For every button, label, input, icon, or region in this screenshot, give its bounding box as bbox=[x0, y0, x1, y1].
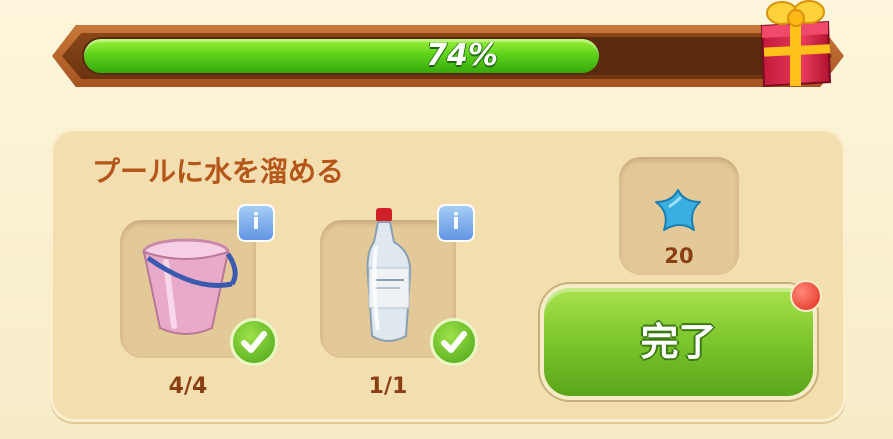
reward-value: 20 bbox=[664, 244, 694, 268]
info-button-bucket[interactable]: i bbox=[237, 204, 275, 242]
item-count-bottle: 1/1 bbox=[368, 374, 408, 399]
item-count-bucket: 4/4 bbox=[168, 374, 208, 399]
notification-dot bbox=[790, 280, 822, 312]
blue-star-icon bbox=[655, 189, 701, 231]
checkmark-icon-bucket bbox=[230, 318, 278, 366]
water-bottle-icon bbox=[366, 208, 412, 342]
complete-button[interactable]: 完了 bbox=[544, 288, 813, 396]
checkmark-icon-bottle bbox=[430, 318, 478, 366]
progress-percent: 74% bbox=[426, 38, 498, 73]
task-title: プールに水を溜める bbox=[92, 155, 345, 188]
bucket-icon bbox=[142, 238, 238, 335]
info-button-bottle[interactable]: i bbox=[437, 204, 475, 242]
gift-box-icon[interactable] bbox=[756, 0, 834, 90]
